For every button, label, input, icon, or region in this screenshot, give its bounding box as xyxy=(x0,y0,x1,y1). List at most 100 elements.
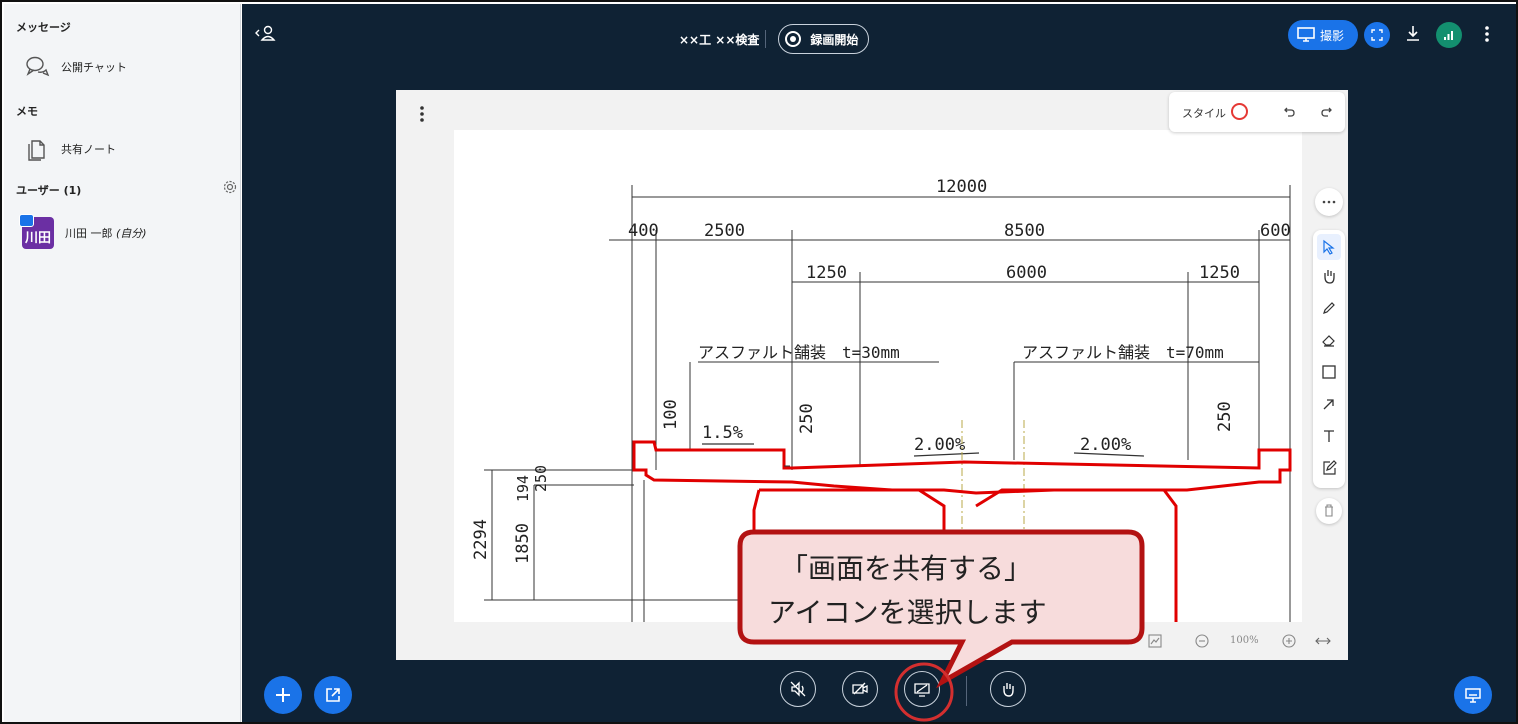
gear-icon[interactable] xyxy=(222,179,238,195)
external-link-button[interactable] xyxy=(314,676,352,714)
raise-hand-icon xyxy=(1003,683,1014,697)
dim-8500: 8500 xyxy=(1004,221,1045,241)
slope-left: 1.5% xyxy=(702,423,743,443)
camera-off-icon xyxy=(852,682,868,695)
fit-width-icon[interactable] xyxy=(1314,633,1332,649)
camera-toggle-button[interactable] xyxy=(842,671,878,707)
sidebar-item-public-chat[interactable]: 公開チャット xyxy=(4,50,241,84)
sidebar-item-shared-note[interactable]: 共有ノート xyxy=(4,132,241,166)
arrow-icon xyxy=(1323,399,1334,410)
callout-text: 「画面を共有する」 アイコンを選択します xyxy=(740,547,1140,635)
slope-mid: 2.00% xyxy=(914,435,965,455)
callout-line-1: 「画面を共有する」 xyxy=(780,552,1033,585)
messages-section-title: メッセージ xyxy=(16,21,71,34)
presentation-icon xyxy=(1465,688,1481,703)
monitor-icon xyxy=(1297,27,1315,42)
select-tool[interactable] xyxy=(1317,234,1341,260)
note-tool[interactable] xyxy=(1317,455,1341,481)
style-label: スタイル xyxy=(1182,107,1226,120)
pen-tool[interactable] xyxy=(1317,295,1341,321)
zoom-out-icon[interactable] xyxy=(1194,633,1210,649)
redo-icon[interactable] xyxy=(1317,103,1335,121)
presenter-badge-icon xyxy=(19,214,34,227)
controls-separator xyxy=(966,676,967,706)
arrow-tool[interactable] xyxy=(1317,391,1341,417)
chat-bubbles-icon xyxy=(26,56,50,77)
dim-6000: 6000 xyxy=(1006,263,1047,283)
raise-hand-button[interactable] xyxy=(990,671,1026,707)
memo-section-title: メモ xyxy=(16,105,38,118)
share-screen-button[interactable] xyxy=(904,671,940,707)
rectangle-icon xyxy=(1322,365,1336,379)
text-tool[interactable] xyxy=(1317,423,1341,449)
dim-vertical-1850: 1850 xyxy=(513,523,533,564)
text-icon xyxy=(1324,430,1334,442)
rectangle-tool[interactable] xyxy=(1317,359,1341,385)
ellipsis-icon xyxy=(1322,200,1336,204)
header-divider xyxy=(765,30,767,48)
mute-button[interactable] xyxy=(780,671,816,707)
dim-vertical-194: 194 xyxy=(514,475,532,502)
download-icon[interactable] xyxy=(1404,24,1422,44)
tools-more-button[interactable] xyxy=(1315,188,1343,216)
sidebar-item-label: 公開チャット xyxy=(61,61,127,74)
pointer-icon xyxy=(1323,239,1335,255)
external-link-icon xyxy=(326,688,340,702)
connection-status-button[interactable] xyxy=(1436,22,1462,48)
app-window: メッセージ 公開チャット メモ 共有ノート ユーザー (1) 川田 川田 一郎 … xyxy=(0,0,1518,724)
dim-600: 600 xyxy=(1260,221,1291,241)
sidebar: メッセージ 公開チャット メモ 共有ノート ユーザー (1) 川田 川田 一郎 … xyxy=(4,4,241,722)
user-list-item[interactable]: 川田 一郎 (自分) xyxy=(65,225,147,241)
record-label: 録画開始 xyxy=(810,32,859,47)
actions-add-button[interactable] xyxy=(264,676,302,714)
pencil-icon xyxy=(1323,302,1335,314)
delete-button[interactable] xyxy=(1316,498,1342,524)
drawing-tools-panel xyxy=(1313,230,1345,488)
fullscreen-button[interactable] xyxy=(1364,22,1390,48)
eraser-icon xyxy=(1322,335,1335,347)
style-color-swatch[interactable] xyxy=(1231,103,1248,120)
eraser-tool[interactable] xyxy=(1317,327,1341,353)
user-name: 川田 一郎 xyxy=(65,227,113,240)
zoom-in-icon[interactable] xyxy=(1281,633,1297,649)
dim-vertical-250c: 250 xyxy=(532,465,550,492)
pan-tool[interactable] xyxy=(1317,263,1341,289)
record-icon xyxy=(785,31,802,47)
board-menu-icon[interactable] xyxy=(412,102,432,126)
user-self-tag: (自分) xyxy=(116,227,147,240)
camera-capture-button[interactable]: 撮影 xyxy=(1288,20,1358,50)
pavement-left-label: アスファルト舗装 t=30mm xyxy=(698,343,900,362)
meeting-title: ××工 ××検査 xyxy=(679,32,760,47)
pavement-right-label: アスファルト舗装 t=70mm xyxy=(1022,343,1224,362)
meeting-header: ××工 ××検査 録画開始 xyxy=(679,24,870,54)
dim-2500: 2500 xyxy=(704,221,745,241)
dim-vertical-250a: 250 xyxy=(797,403,817,434)
toggle-user-list-icon[interactable] xyxy=(254,24,278,44)
presentation-button[interactable] xyxy=(1454,676,1492,714)
dim-vertical-100: 100 xyxy=(661,399,681,430)
plus-icon xyxy=(276,688,290,702)
zoom-level: 100% xyxy=(1230,635,1259,646)
callout-line-2: アイコンを選択します xyxy=(768,596,1047,629)
users-section-title: ユーザー (1) xyxy=(16,184,82,197)
camera-capture-label: 撮影 xyxy=(1320,28,1345,43)
slope-right: 2.00% xyxy=(1080,435,1131,455)
fullscreen-icon xyxy=(1371,29,1383,41)
microphone-muted-icon xyxy=(790,681,806,697)
document-icon xyxy=(28,140,45,161)
undo-icon[interactable] xyxy=(1281,103,1299,121)
dim-400: 400 xyxy=(628,221,659,241)
edit-note-icon xyxy=(1323,460,1337,475)
record-button[interactable]: 録画開始 xyxy=(778,24,870,54)
hand-icon xyxy=(1324,270,1335,284)
dim-1250-right: 1250 xyxy=(1199,263,1240,283)
share-screen-icon xyxy=(914,683,930,697)
chart-icon[interactable] xyxy=(1147,633,1163,649)
dim-12000: 12000 xyxy=(936,177,987,197)
signal-bars-icon xyxy=(1444,31,1453,40)
dim-1250-left: 1250 xyxy=(806,263,847,283)
dim-vertical-2294: 2294 xyxy=(471,519,491,560)
more-options-icon[interactable] xyxy=(1482,24,1492,44)
sidebar-item-label: 共有ノート xyxy=(61,143,116,156)
dim-vertical-250b: 250 xyxy=(1215,401,1235,432)
